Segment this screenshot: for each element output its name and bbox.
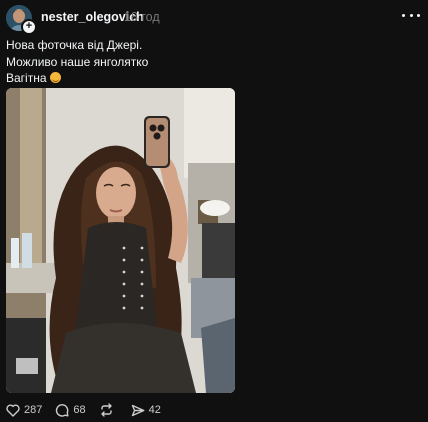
- post-timestamp[interactable]: 18 год: [124, 10, 160, 24]
- more-dots-icon[interactable]: [402, 8, 420, 22]
- heart-icon: [6, 404, 20, 417]
- action-bar: 287 68 42: [6, 402, 174, 418]
- caption-line-1: Нова фоточка від Джері.: [6, 38, 143, 52]
- post-caption: Нова фоточка від Джері. Можливо наше янг…: [6, 37, 306, 87]
- repost-icon: [100, 403, 112, 417]
- send-icon: [131, 404, 145, 416]
- like-count: 287: [24, 404, 43, 416]
- reply-count: 68: [73, 404, 86, 416]
- share-count: 42: [148, 404, 161, 416]
- like-button[interactable]: 287: [6, 404, 42, 417]
- speech-bubble-icon: [56, 404, 69, 417]
- follow-plus-icon[interactable]: +: [21, 19, 37, 35]
- caption-line-2: Можливо наше янголятко: [6, 54, 149, 69]
- mirror-selfie-image: [6, 88, 235, 393]
- repost-button[interactable]: [99, 403, 118, 417]
- share-button[interactable]: 42: [131, 404, 161, 417]
- caption-line-3: Вагітна: [6, 71, 47, 85]
- smiling-face-icon: [49, 72, 61, 83]
- post-photo[interactable]: [6, 88, 235, 393]
- reply-button[interactable]: 68: [55, 403, 86, 417]
- caption-line-3-row: Вагітна: [6, 70, 306, 87]
- thread-post: + nester_olegovich 18 год Нова фоточка в…: [0, 0, 428, 422]
